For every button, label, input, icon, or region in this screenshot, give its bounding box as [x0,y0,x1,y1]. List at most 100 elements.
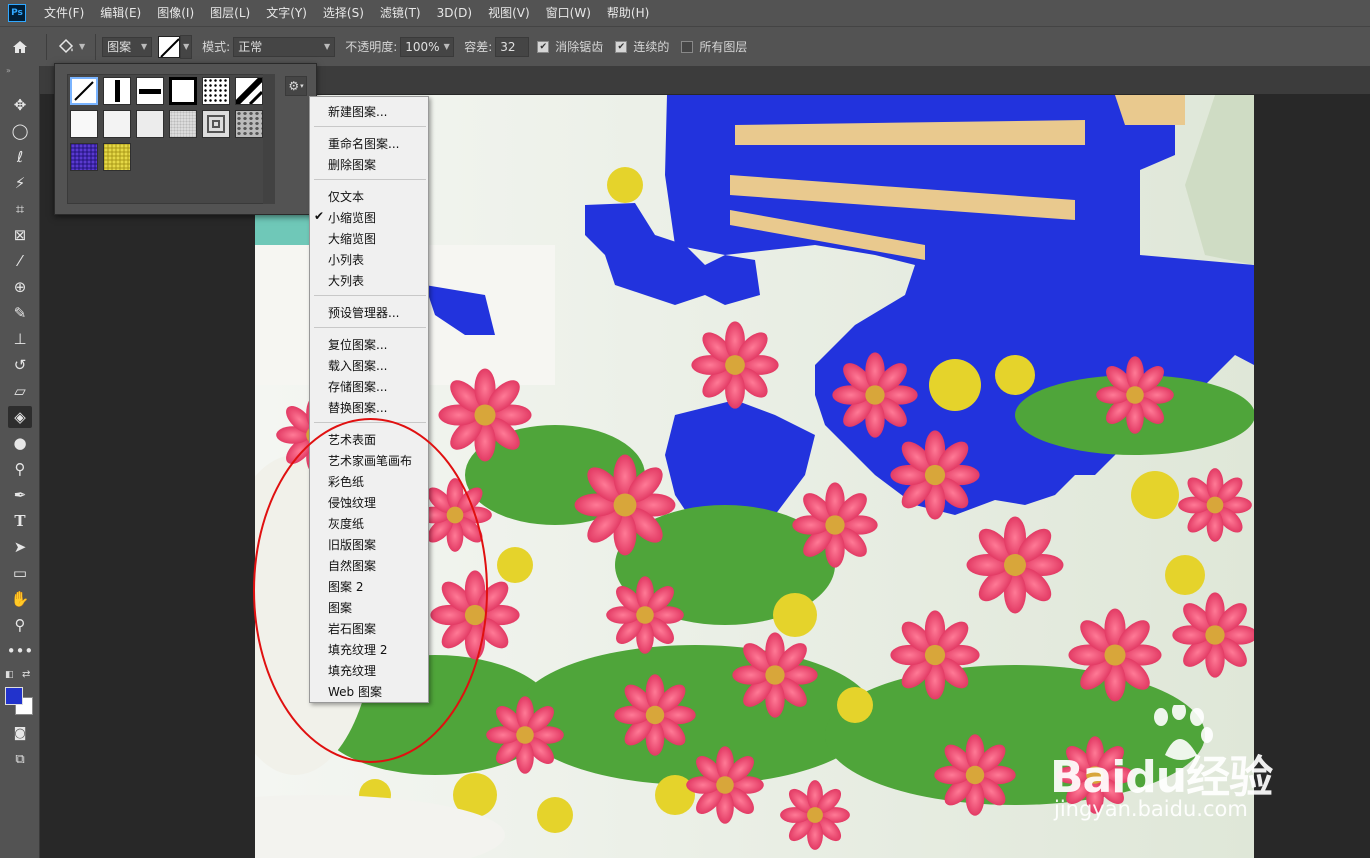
menu-item-library[interactable]: 艺术家画笔画布 [328,452,412,469]
contiguous-checkbox[interactable]: ✔ 连续的 [615,38,669,55]
healing-brush-tool[interactable]: ⊕ [8,276,32,298]
menu-item-small-list[interactable]: 小列表 [328,251,364,268]
clone-stamp-tool[interactable]: ⊥ [8,328,32,350]
paint-bucket-tool[interactable]: ◈ [8,406,32,428]
pattern-swatch-light-grey[interactable] [136,110,164,138]
pattern-swatch-diagonal[interactable] [70,77,98,105]
menu-item-preset-manager[interactable]: 预设管理器... [328,304,399,321]
pattern-swatch-dots[interactable] [202,77,230,105]
tolerance-input[interactable]: 32 [495,36,530,57]
flower-center [613,493,637,517]
dodge-tool[interactable]: ⚲ [8,458,32,480]
fill-source-select[interactable]: 图案 ▼ [102,36,153,57]
menu-item-library[interactable]: 图案 2 [328,578,363,595]
rectangle-tool[interactable]: ▭ [8,562,32,584]
flower-center [765,665,785,685]
default-colors-icon[interactable]: ◧ [5,670,14,680]
path-selection-tool[interactable]: ➤ [8,536,32,558]
menu-image[interactable]: 图像(I) [149,0,202,26]
menu-filter[interactable]: 滤镜(T) [372,0,429,26]
pattern-swatch-frame[interactable] [169,77,197,105]
menu-type[interactable]: 文字(Y) [258,0,315,26]
menu-item-large-thumbnail[interactable]: 大缩览图 [328,230,376,247]
move-tool[interactable]: ✥ [8,94,32,116]
menu-item-text-only[interactable]: 仅文本 [328,188,364,205]
menu-item-library[interactable]: 图案 [328,599,352,616]
menu-item-library[interactable]: 自然图案 [328,557,376,574]
pattern-swatch-stone[interactable] [235,110,263,138]
flower [1172,592,1254,678]
menu-window[interactable]: 窗口(W) [538,0,599,26]
pattern-picker-settings-button[interactable]: ⚙ ▾ [285,76,307,96]
menu-item-save-patterns[interactable]: 存储图案... [328,378,387,395]
pattern-swatch-horizontal-bar[interactable] [136,77,164,105]
eyedropper-tool[interactable]: ⁄ [8,250,32,272]
pattern-swatch-purple-texture[interactable] [70,143,98,171]
foreground-color-swatch[interactable] [5,687,23,705]
crop-tool[interactable]: ⌗ [8,198,32,220]
all-layers-checkbox[interactable]: 所有图层 [681,38,747,55]
pattern-swatch-grey-noise[interactable] [169,110,197,138]
menu-item-rename-pattern[interactable]: 重命名图案... [328,135,399,152]
menu-item-large-list[interactable]: 大列表 [328,272,364,289]
menu-view[interactable]: 视图(V) [480,0,538,26]
collapse-panel-icon[interactable]: » [6,66,11,75]
magic-wand-tool[interactable]: ⚡ [8,172,32,194]
menu-file[interactable]: 文件(F) [36,0,92,26]
pattern-swatch-yellow-texture[interactable] [103,143,131,171]
flower [934,734,1016,816]
menu-item-replace-patterns[interactable]: 替换图案... [328,399,387,416]
menu-3d[interactable]: 3D(D) [429,0,480,26]
menu-edit[interactable]: 编辑(E) [92,0,149,26]
pattern-swatch-white-2[interactable] [103,110,131,138]
swap-colors-icon[interactable]: ⇄ [22,669,30,680]
menu-item-reset-patterns[interactable]: 复位图案... [328,336,387,353]
opacity-input[interactable]: 100% ▼ [400,36,455,57]
mode-select[interactable]: 正常 ▼ [233,36,336,57]
marquee-tool[interactable]: ◯ [8,120,32,142]
history-brush-tool[interactable]: ↺ [8,354,32,376]
antialias-checkbox[interactable]: ✔ 消除锯齿 [537,38,603,55]
menu-item-small-thumbnail[interactable]: 小缩览图 [328,209,376,226]
zoom-tool[interactable]: ⚲ [8,614,32,636]
menu-item-new-pattern[interactable]: 新建图案... [328,103,387,120]
menu-item-delete-pattern[interactable]: 删除图案 [328,156,376,173]
menu-layer[interactable]: 图层(L) [202,0,258,26]
menu-help[interactable]: 帮助(H) [599,0,657,26]
lasso-tool[interactable]: ℓ [8,146,32,168]
menu-item-library[interactable]: 填充纹理 [328,662,376,679]
quick-mask-button[interactable]: ◙ [8,722,32,744]
pattern-swatch-diagonal-stripes[interactable] [233,75,265,107]
pattern-picker-button[interactable]: ▼ [158,34,193,59]
menu-item-library[interactable]: Web 图案 [328,683,382,700]
menu-item-library[interactable]: 彩色纸 [328,473,364,490]
type-tool[interactable]: T [8,510,32,532]
pattern-preview [158,35,181,58]
pen-tool[interactable]: ✒ [8,484,32,506]
home-button[interactable] [0,39,40,55]
eraser-tool[interactable]: ▱ [8,380,32,402]
pattern-swatch-concentric[interactable] [202,110,230,138]
menu-item-library[interactable]: 旧版图案 [328,536,376,553]
pattern-swatch-white-1[interactable] [70,110,98,138]
menu-item-library[interactable]: 灰度纸 [328,515,364,532]
more-tools[interactable]: ••• [7,640,34,662]
blur-tool[interactable]: ● [8,432,32,454]
menu-item-library[interactable]: 填充纹理 2 [328,641,387,658]
flower [966,516,1064,614]
blur-drop-icon: ● [13,434,27,452]
pattern-picker-scrollbar[interactable] [263,74,275,204]
paint-bucket-preset-picker[interactable]: ▼ [53,38,89,56]
screen-mode-button[interactable]: ⧉ [8,748,32,770]
frame-tool[interactable]: ⊠ [8,224,32,246]
menu-item-load-patterns[interactable]: 载入图案... [328,357,387,374]
menu-item-library[interactable]: 艺术表面 [328,431,376,448]
photoshop-logo: Ps [8,4,26,22]
pattern-dropdown-toggle[interactable]: ▼ [180,34,193,59]
hand-tool[interactable]: ✋ [8,588,32,610]
menu-item-library[interactable]: 岩石图案 [328,620,376,637]
menu-item-library[interactable]: 侵蚀纹理 [328,494,376,511]
pattern-swatch-vertical-bar[interactable] [103,77,131,105]
menu-select[interactable]: 选择(S) [315,0,372,26]
brush-tool[interactable]: ✎ [8,302,32,324]
